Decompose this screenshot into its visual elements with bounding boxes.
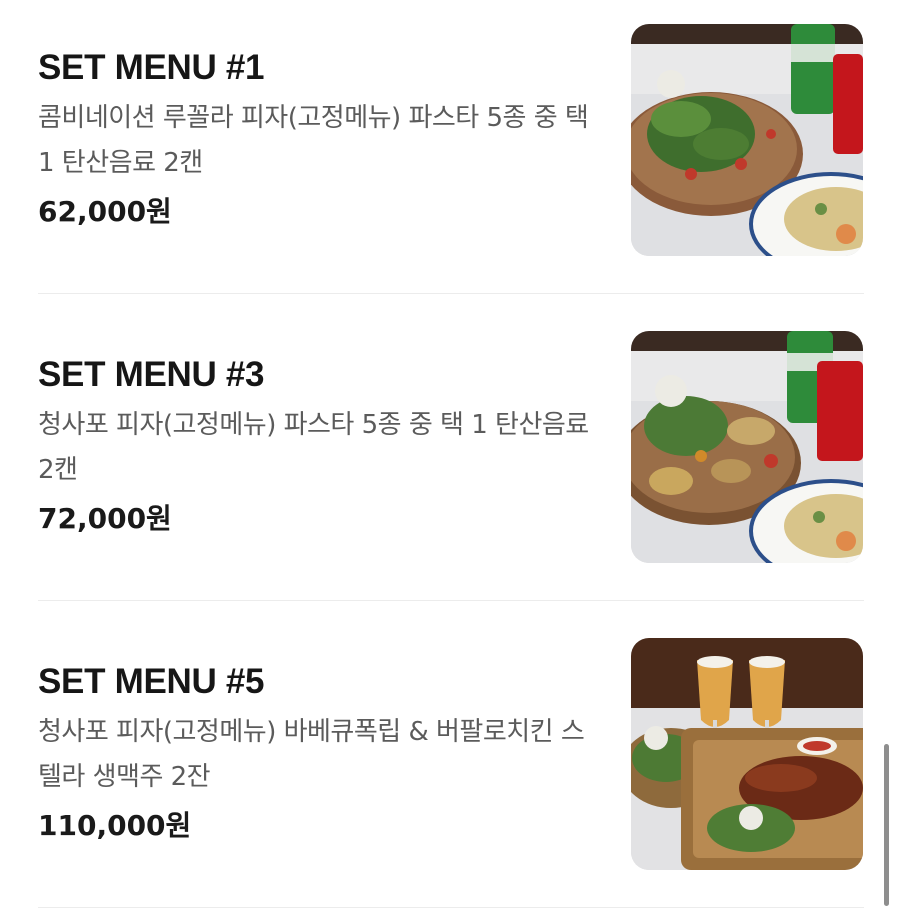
pizza-pasta-soda-photo-icon [631, 24, 863, 256]
menu-item-photo[interactable] [631, 638, 863, 870]
menu-item-text: SET MENU #1 콤비네이션 루꼴라 피자(고정메뉴) 파스타 5종 중 … [38, 48, 603, 231]
menu-item-set-5[interactable]: SET MENU #5 청사포 피자(고정메뉴) 바베큐폭립 & 버팔로치킨 스… [0, 614, 900, 920]
menu-item-description: 콤비네이션 루꼴라 피자(고정메뉴) 파스타 5종 중 택 1 탄산음료 2캔 [38, 103, 589, 178]
menu-item-price: 62,000원 [38, 195, 172, 228]
menu-item-title: SET MENU #5 [38, 662, 265, 701]
menu-item-set-1[interactable]: SET MENU #1 콤비네이션 루꼴라 피자(고정메뉴) 파스타 5종 중 … [0, 0, 900, 306]
menu-item-description: 청사포 피자(고정메뉴) 바베큐폭립 & 버팔로치킨 스텔라 생맥주 2잔 [38, 717, 585, 792]
menu-item-photo[interactable] [631, 24, 863, 256]
menu-item-divider [38, 907, 864, 908]
menu-item-price: 72,000원 [38, 502, 172, 535]
pizza-pasta-soda-photo-icon [631, 331, 863, 563]
menu-item-divider [38, 600, 864, 601]
scrollbar[interactable] [884, 744, 889, 906]
menu-item-description: 청사포 피자(고정메뉴) 파스타 5종 중 택 1 탄산음료 2캔 [38, 410, 589, 485]
menu-item-price: 110,000원 [38, 809, 192, 842]
menu-item-photo[interactable] [631, 331, 863, 563]
menu-item-title: SET MENU #3 [38, 355, 265, 394]
menu-item-title: SET MENU #1 [38, 48, 265, 87]
ribs-beer-photo-icon [631, 638, 863, 870]
menu-item-text: SET MENU #3 청사포 피자(고정메뉴) 파스타 5종 중 택 1 탄산… [38, 355, 603, 538]
menu-item-set-3[interactable]: SET MENU #3 청사포 피자(고정메뉴) 파스타 5종 중 택 1 탄산… [0, 307, 900, 613]
menu-item-text: SET MENU #5 청사포 피자(고정메뉴) 바베큐폭립 & 버팔로치킨 스… [38, 662, 603, 845]
menu-item-divider [38, 293, 864, 294]
